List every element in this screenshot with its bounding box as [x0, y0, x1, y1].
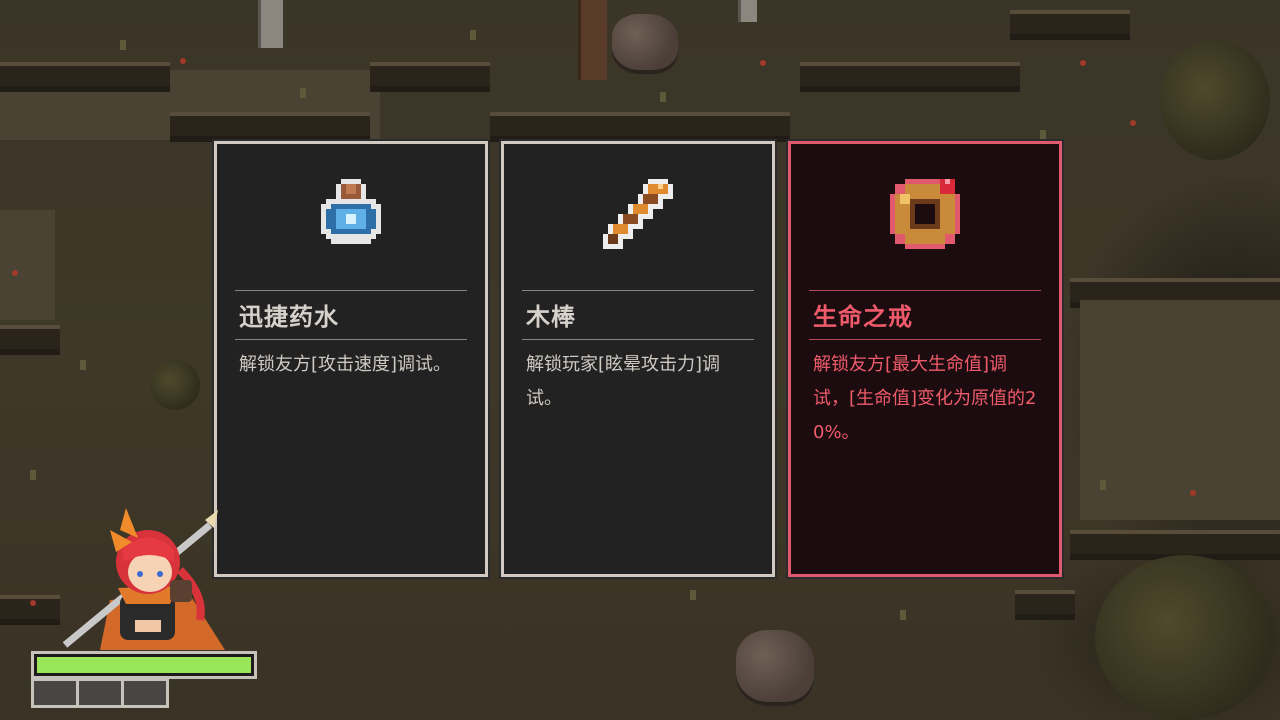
card-title: 生命之戒 — [813, 303, 913, 331]
blue-potion-icon — [321, 179, 381, 244]
title-divider-bottom — [235, 339, 467, 340]
card-title: 木棒 — [526, 303, 576, 331]
life-ring-icon — [890, 179, 960, 249]
wooden-club-icon — [603, 179, 673, 249]
upgrade-card-wooden-club[interactable]: 木棒 解锁玩家[眩晕攻击力]调试。 — [499, 139, 777, 579]
mana-slot — [34, 681, 76, 705]
title-divider-bottom — [522, 339, 754, 340]
card-title: 迅捷药水 — [239, 303, 339, 331]
card-description: 解锁友方[攻击速度]调试。 — [239, 354, 452, 375]
health-bar — [31, 651, 257, 679]
card-description: 解锁玩家[眩晕攻击力]调试。 — [526, 354, 721, 409]
mana-slot — [79, 681, 121, 705]
mana-slot — [124, 681, 166, 705]
title-divider-top — [809, 290, 1041, 291]
mana-slots — [31, 678, 169, 708]
card-description: 解锁友方[最大生命值]调试，[生命值]变化为原值的20%。 — [813, 354, 1037, 443]
title-divider-top — [235, 290, 467, 291]
title-divider-bottom — [809, 339, 1041, 340]
title-divider-top — [522, 290, 754, 291]
health-bar-fill — [37, 657, 251, 673]
player-portrait — [62, 508, 225, 650]
upgrade-card-swift-potion[interactable]: 迅捷药水 解锁友方[攻击速度]调试。 — [212, 139, 490, 579]
upgrade-card-ring-of-life[interactable]: 生命之戒 解锁友方[最大生命值]调试，[生命值]变化为原值的20%。 — [786, 139, 1064, 579]
